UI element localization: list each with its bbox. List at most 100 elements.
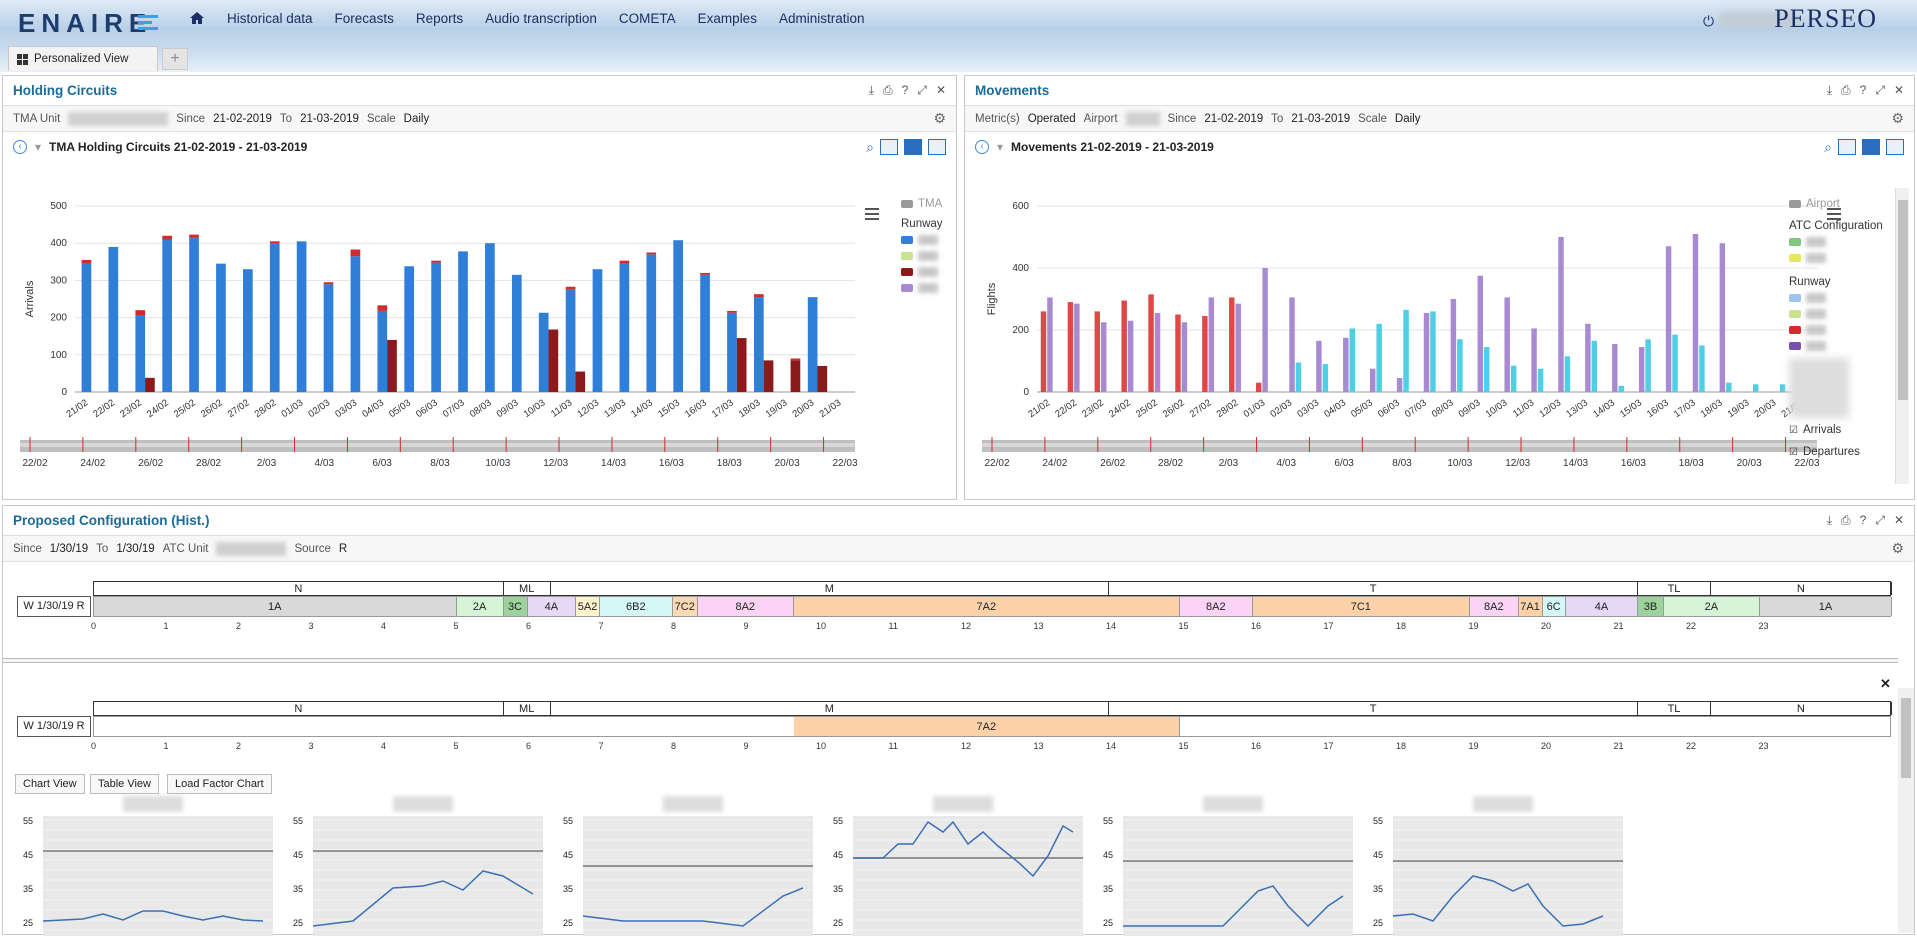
legend-tma[interactable]: TMA <box>901 196 943 212</box>
table-view-icon[interactable] <box>904 139 922 155</box>
add-tab-button[interactable]: + <box>162 48 188 70</box>
airport-value-blurred[interactable] <box>1125 111 1160 126</box>
legend-arrivals[interactable]: ☑ Arrivals <box>1789 422 1883 438</box>
configuration-segment[interactable]: 2A <box>456 597 504 616</box>
back-icon[interactable]: ‹ <box>975 140 989 154</box>
legend-scrollbar[interactable] <box>1895 188 1909 484</box>
legend-atc-item[interactable] <box>1789 234 1883 250</box>
nav-reports[interactable]: Reports <box>405 10 474 31</box>
power-icon[interactable]: ⏻ <box>1703 13 1714 30</box>
airport-label: Airport <box>1083 112 1118 125</box>
legend-departures[interactable]: ☑ Departures <box>1789 444 1883 460</box>
configuration-segment[interactable]: 1A <box>1760 597 1892 616</box>
download-icon[interactable]: ⤓ <box>1827 83 1832 98</box>
load-factor-chart-button[interactable]: Load Factor Chart <box>167 774 272 794</box>
configuration-segment[interactable]: 6B2 <box>600 597 673 616</box>
grid-view-icon[interactable] <box>928 139 946 155</box>
nav-forecasts[interactable]: Forecasts <box>324 10 405 31</box>
table-view-button[interactable]: Table View <box>90 774 159 794</box>
help-icon[interactable]: ? <box>1860 513 1867 528</box>
bar-chart-view-icon[interactable] <box>880 139 898 155</box>
configuration-segment[interactable]: 7A2 <box>793 717 1181 736</box>
configuration-segment[interactable]: 4A <box>527 597 577 616</box>
since-value[interactable]: 21-02-2019 <box>213 113 272 125</box>
zoom-icon[interactable]: ⌕ <box>866 139 874 156</box>
legend-runway-item[interactable] <box>1789 322 1883 338</box>
close-icon[interactable]: ✕ <box>1894 513 1904 528</box>
dropdown-caret-icon[interactable]: ▾ <box>35 140 41 154</box>
configuration-segment[interactable]: 5A2 <box>576 597 601 616</box>
gear-icon[interactable]: ⚙ <box>933 110 946 127</box>
configuration-segment[interactable]: 2A <box>1663 597 1761 616</box>
expand-icon[interactable]: ⤢ <box>1875 513 1885 528</box>
close-icon[interactable]: ✕ <box>936 83 946 98</box>
home-icon[interactable] <box>178 10 216 31</box>
legend-runway-item[interactable] <box>901 232 943 248</box>
gear-icon[interactable]: ⚙ <box>1891 540 1904 557</box>
to-value[interactable]: 21-03-2019 <box>300 113 359 125</box>
back-icon[interactable]: ‹ <box>13 140 27 154</box>
download-icon[interactable]: ⤓ <box>1827 513 1832 528</box>
legend-atc-item[interactable] <box>1789 250 1883 266</box>
configuration-segment[interactable]: 8A2 <box>1470 597 1519 616</box>
to-value[interactable]: 21-03-2019 <box>1291 113 1350 125</box>
nav-administration[interactable]: Administration <box>768 10 876 31</box>
print-icon[interactable]: ⎙ <box>1841 513 1851 528</box>
panel-scrollbar[interactable] <box>1898 688 1914 933</box>
help-icon[interactable]: ? <box>1860 83 1867 98</box>
nav-examples[interactable]: Examples <box>687 10 768 31</box>
configuration-segment[interactable]: 3B <box>1638 597 1664 616</box>
scrollbar-thumb[interactable] <box>1898 200 1908 400</box>
configuration-segment[interactable]: 7C1 <box>1252 597 1471 616</box>
tab-personalized-view[interactable]: Personalized View <box>8 46 158 71</box>
nav-cometa[interactable]: COMETA <box>608 10 687 31</box>
expand-icon[interactable]: ⤢ <box>917 83 927 98</box>
gear-icon[interactable]: ⚙ <box>1891 110 1904 127</box>
close-icon[interactable]: ✕ <box>1880 676 1891 692</box>
scale-value[interactable]: Daily <box>404 113 430 125</box>
scrollbar-thumb[interactable] <box>1901 698 1911 778</box>
table-view-icon[interactable] <box>1862 139 1880 155</box>
print-icon[interactable]: ⎙ <box>1841 83 1851 98</box>
configuration-segment[interactable]: 7A1 <box>1518 597 1543 616</box>
x-tick-label: 01/03 <box>280 397 306 420</box>
grid-view-icon[interactable] <box>1886 139 1904 155</box>
close-icon[interactable]: ✕ <box>1894 83 1904 98</box>
configuration-segment[interactable]: 7A2 <box>793 597 1181 616</box>
legend-runway-item[interactable] <box>901 248 943 264</box>
dropdown-caret-icon[interactable]: ▾ <box>997 140 1003 154</box>
source-value[interactable]: R <box>339 543 347 555</box>
print-icon[interactable]: ⎙ <box>883 83 893 98</box>
expand-icon[interactable]: ⤢ <box>1875 83 1885 98</box>
mini-chart-svg <box>312 819 543 931</box>
configuration-segment[interactable]: 4A <box>1565 597 1639 616</box>
chart-view-button[interactable]: Chart View <box>15 774 85 794</box>
legend-runway-item[interactable] <box>1789 306 1883 322</box>
atc-unit-value-blurred[interactable] <box>216 541 287 556</box>
since-value[interactable]: 1/30/19 <box>50 543 88 555</box>
configuration-segment[interactable]: 6C <box>1542 597 1566 616</box>
nav-historical-data[interactable]: Historical data <box>216 10 324 31</box>
tma-unit-value-blurred[interactable] <box>68 111 169 126</box>
legend-airport[interactable]: Airport <box>1789 196 1883 212</box>
help-icon[interactable]: ? <box>902 83 909 98</box>
legend-runway-item[interactable] <box>1789 290 1883 306</box>
zoom-icon[interactable]: ⌕ <box>1824 139 1832 156</box>
nav-audio-transcription[interactable]: Audio transcription <box>474 10 608 31</box>
to-value[interactable]: 1/30/19 <box>116 543 154 555</box>
legend-runway-item[interactable] <box>901 280 943 296</box>
bar-chart-view-icon[interactable] <box>1838 139 1856 155</box>
configuration-segment[interactable]: 3C <box>503 597 528 616</box>
section-divider[interactable] <box>3 658 1898 663</box>
since-value[interactable]: 21-02-2019 <box>1204 113 1263 125</box>
metric-value[interactable]: Operated <box>1028 113 1076 125</box>
legend-runway-item[interactable] <box>1789 338 1883 354</box>
configuration-segment[interactable]: 1A <box>94 597 457 616</box>
configuration-segment[interactable]: 8A2 <box>1180 597 1253 616</box>
download-icon[interactable]: ⤓ <box>869 83 874 98</box>
configuration-segment[interactable]: 7C2 <box>672 597 698 616</box>
scale-value[interactable]: Daily <box>1395 113 1421 125</box>
configuration-segment[interactable]: 8A2 <box>697 597 794 616</box>
legend-runway-item[interactable] <box>901 264 943 280</box>
x-tick-label: 15/03 <box>1618 397 1644 420</box>
